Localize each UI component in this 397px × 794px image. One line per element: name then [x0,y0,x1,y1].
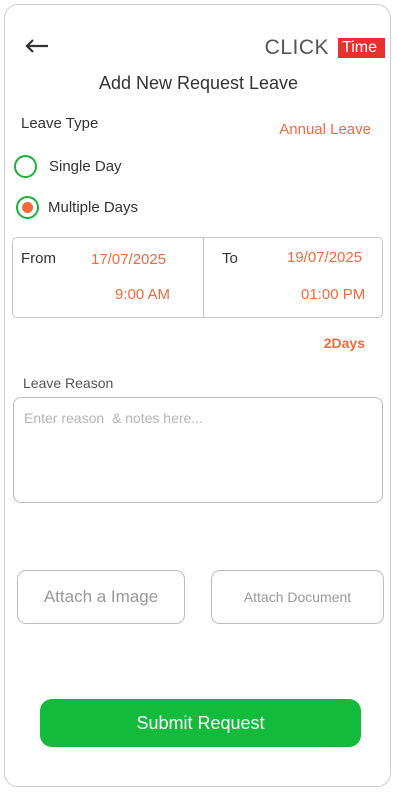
logo-click-text: CLICK [264,36,330,59]
date-divider [203,238,204,317]
leave-reason-label: Leave Reason [23,375,114,391]
single-day-label: Single Day [49,158,122,175]
days-count: 2Days [323,335,365,351]
leave-reason-input[interactable] [13,397,383,503]
leave-type-label: Leave Type [21,115,99,132]
date-range-box: From 17/07/2025 9:00 AM To 19/07/2025 01… [12,237,383,318]
to-date[interactable]: 19/07/2025 [287,249,362,266]
single-day-option[interactable]: Single Day [14,155,122,178]
logo-time-badge: Time [338,38,385,58]
submit-request-button[interactable]: Submit Request [40,699,361,747]
from-date[interactable]: 17/07/2025 [91,251,166,268]
multiple-days-label: Multiple Days [48,199,139,216]
multiple-days-option[interactable]: Multiple Days [16,196,138,219]
multiple-days-radio[interactable] [16,196,39,219]
leave-type-selector[interactable]: Annual Leave [279,121,371,138]
attach-image-button[interactable]: Attach a Image [17,570,185,624]
page-title: Add New Request Leave [98,73,299,93]
single-day-radio[interactable] [14,155,37,178]
app-logo: CLICK Time [265,36,385,60]
from-label: From [21,250,56,267]
attach-document-button[interactable]: Attach Document [211,570,384,624]
to-time[interactable]: 01:00 PM [301,286,365,303]
back-arrow-icon[interactable] [24,36,50,56]
to-label: To [222,250,238,267]
from-time[interactable]: 9:00 AM [115,286,170,303]
